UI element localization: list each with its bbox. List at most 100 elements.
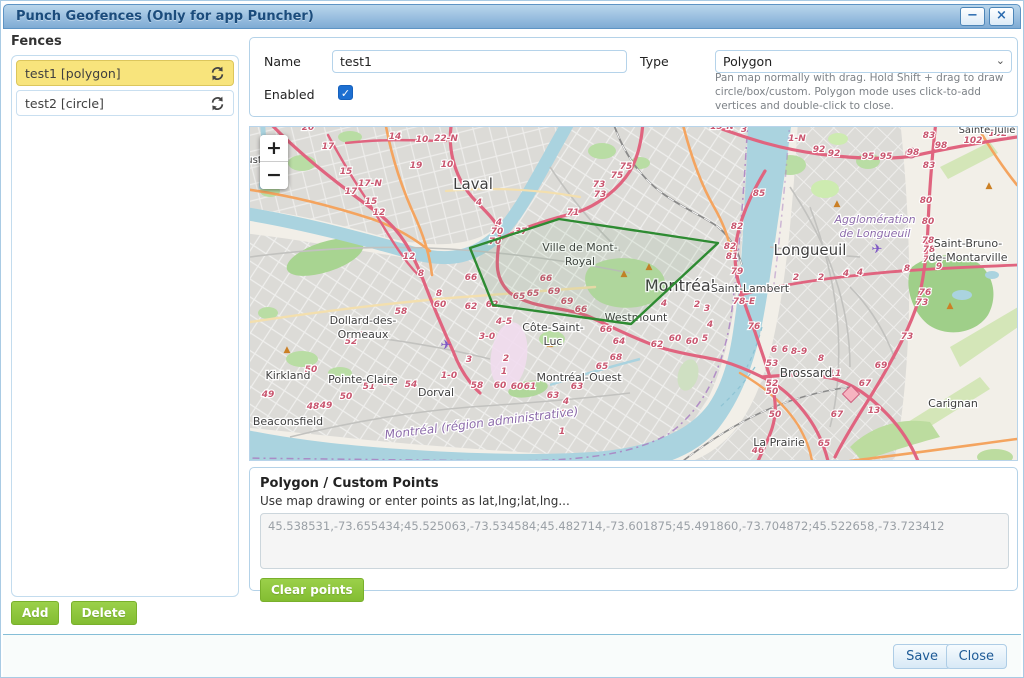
region-label: de Longueuil [840, 227, 911, 240]
road-marker: 58 [395, 307, 408, 317]
name-input[interactable] [332, 50, 627, 73]
save-button[interactable]: Save [893, 644, 951, 669]
road-marker: 50 [340, 392, 353, 402]
peak-icon: ▲ [947, 301, 954, 311]
fence-item-test2[interactable]: test2 [circle] [16, 90, 234, 116]
points-panel: Polygon / Custom Points Use map drawing … [249, 467, 1018, 591]
road-marker: 15 [340, 167, 353, 177]
road-marker: 70 [491, 227, 504, 237]
close-window-button[interactable]: × [989, 7, 1014, 26]
close-button[interactable]: Close [946, 644, 1007, 669]
road-marker: 83 [923, 131, 936, 141]
road-marker: 3 [704, 304, 710, 314]
map[interactable]: + − [249, 126, 1018, 461]
fences-header: Fences [11, 34, 62, 49]
road-marker: 85 [753, 189, 766, 199]
zoom-out-button[interactable]: − [260, 162, 288, 189]
add-button[interactable]: Add [11, 601, 59, 625]
road-marker: 60 [511, 382, 524, 392]
peak-icon: ▲ [834, 199, 841, 209]
fence-item-label: test1 [polygon] [25, 66, 121, 81]
city-label: Luc [544, 335, 563, 348]
enabled-label: Enabled [264, 87, 315, 102]
road-marker: 8-9 [791, 347, 807, 357]
road-marker: 19 [410, 161, 423, 171]
clear-points-button[interactable]: Clear points [260, 578, 364, 602]
road-marker: 1-N [788, 134, 806, 144]
road-marker: 80 [920, 196, 933, 206]
titlebar[interactable]: Punch Geofences (Only for app Puncher) −… [3, 4, 1021, 29]
city-label: Saint-Lambert [711, 282, 790, 295]
map-canvas[interactable]: 20141022-N1910171517-N171512128443770707… [250, 127, 1017, 460]
map-help-text: Pan map normally with drag. Hold Shift +… [715, 71, 1015, 114]
road-marker: 4 [856, 268, 863, 278]
road-marker: 60 [686, 337, 699, 347]
road-marker: 73 [593, 180, 606, 190]
dialog-title: Punch Geofences (Only for app Puncher) [16, 9, 956, 24]
road-marker: 73 [901, 332, 914, 342]
minimize-button[interactable]: − [960, 7, 985, 26]
region-label: Agglomération [833, 213, 915, 226]
road-marker: 4-5 [495, 317, 512, 327]
road-marker: 17-N [358, 179, 382, 189]
road-marker: 83 [923, 161, 936, 171]
road-marker: 65 [818, 439, 831, 449]
points-title: Polygon / Custom Points [260, 476, 1007, 491]
road-marker: 61 [524, 382, 537, 392]
road-marker: 8 [904, 264, 910, 274]
road-marker: 58 [471, 381, 484, 391]
city-label: Montréal-Ouest [536, 371, 622, 384]
road-marker: 67 [831, 410, 844, 420]
city-label: La Prairie [753, 436, 805, 449]
road-marker: 76 [748, 322, 761, 332]
road-marker: 20 [302, 127, 315, 133]
road-marker: 1 [559, 427, 565, 437]
city-label: Côte-Saint- [522, 321, 584, 334]
road-marker: 49 [261, 390, 275, 400]
footer: Save Close [3, 635, 1021, 677]
road-marker: 10 [416, 135, 429, 145]
road-marker: 49 [319, 401, 333, 411]
airport-icon: ✈ [441, 338, 452, 353]
road-marker: 15 [365, 197, 378, 207]
fence-item-test1[interactable]: test1 [polygon] [16, 60, 234, 86]
road-marker: 60 [494, 381, 507, 391]
road-marker: 22-N [434, 134, 458, 144]
road-marker: 2 [818, 273, 824, 283]
road-marker: 66 [465, 273, 478, 283]
road-marker: 4 [842, 269, 849, 279]
road-marker: 6 [771, 345, 777, 355]
road-marker: 82 [724, 242, 737, 252]
road-marker: 48 [306, 402, 320, 412]
road-marker: 78-E [733, 297, 756, 307]
close-icon: × [990, 8, 1013, 24]
type-select[interactable]: Polygon [715, 50, 1012, 73]
city-label: Dollard-des- [330, 314, 397, 327]
road-marker: 50 [766, 387, 779, 397]
road-marker: 17 [322, 142, 335, 152]
city-label: Brossard [780, 366, 832, 380]
city-label: Pointe-Claire [328, 373, 398, 386]
road-marker: 2 [503, 354, 509, 364]
city-label: Carignan [928, 397, 978, 410]
type-label: Type [640, 54, 669, 69]
city-label: Dorval [418, 386, 454, 399]
geofence-dialog: Punch Geofences (Only for app Puncher) −… [0, 0, 1024, 678]
road-marker: 75 [611, 171, 624, 181]
road-marker: 92 [813, 145, 826, 155]
road-marker: 63 [547, 391, 560, 401]
road-marker: 64 [613, 337, 626, 347]
city-label: de-Montarville [929, 251, 1008, 264]
road-marker: 67 [859, 379, 872, 389]
enabled-checkbox[interactable]: ✓ [338, 85, 353, 100]
city-label: Longueuil [774, 241, 847, 259]
peak-icon: ▲ [986, 181, 993, 191]
delete-button[interactable]: Delete [71, 601, 137, 625]
sync-icon [210, 96, 225, 111]
road-marker: 14 [389, 132, 402, 142]
points-textarea[interactable]: 45.538531,-73.655434;45.525063,-73.53458… [260, 513, 1009, 569]
road-marker: 8 [436, 289, 442, 299]
road-marker: 62 [651, 340, 664, 350]
zoom-in-button[interactable]: + [260, 135, 288, 162]
road-marker: 69 [875, 361, 888, 371]
